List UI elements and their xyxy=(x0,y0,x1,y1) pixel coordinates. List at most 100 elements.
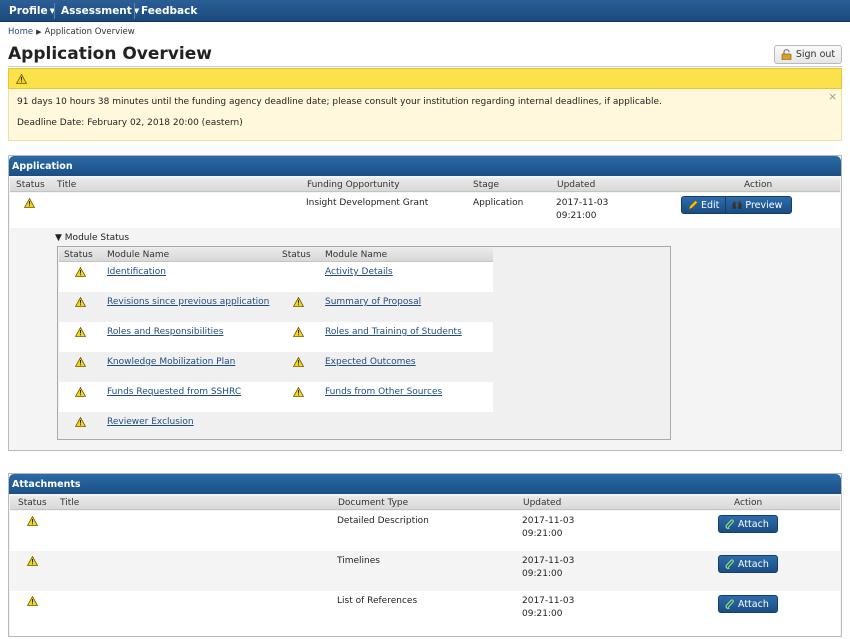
module-status-toggle[interactable]: ▼ Module Status xyxy=(55,233,129,243)
warning-icon xyxy=(75,297,86,307)
module-row: Revisions since previous application Sum… xyxy=(59,292,493,322)
module-status-table: Status Module Name Status Module Name Id… xyxy=(57,246,671,440)
col-status: Status xyxy=(16,180,45,190)
module-row: Reviewer Exclusion xyxy=(59,412,493,442)
module-link-expected-outcomes[interactable]: Expected Outcomes xyxy=(325,357,416,367)
module-link-roles-responsibilities[interactable]: Roles and Responsibilities xyxy=(107,327,223,337)
attach-button[interactable]: Attach xyxy=(718,595,778,613)
sign-out-button[interactable]: Sign out xyxy=(774,45,842,64)
warning-icon xyxy=(293,357,304,367)
nav-divider xyxy=(134,3,135,19)
application-panel-heading: Application xyxy=(9,156,841,176)
edit-preview-button-group: Edit Preview xyxy=(681,196,792,214)
warning-icon xyxy=(75,267,86,277)
document-type-value: List of References xyxy=(337,596,418,606)
nav-profile-menu[interactable]: Profile ▼ xyxy=(9,5,55,17)
attach-button[interactable]: Attach xyxy=(718,515,778,533)
stage-value: Application xyxy=(473,198,524,208)
breadcrumb-current: Application Overview xyxy=(44,27,135,37)
module-row: Identification Activity Details xyxy=(59,262,493,292)
warning-icon xyxy=(75,387,86,397)
nav-assessment-label: Assessment xyxy=(61,5,132,17)
updated-time: 09:21:00 xyxy=(522,609,563,619)
module-link-activity-details[interactable]: Activity Details xyxy=(325,267,393,277)
module-link-revisions[interactable]: Revisions since previous application xyxy=(107,297,269,307)
preview-button[interactable]: Preview xyxy=(726,197,788,213)
module-link-identification[interactable]: Identification xyxy=(107,267,166,277)
warning-icon xyxy=(27,516,38,526)
alert-header xyxy=(8,68,842,89)
updated-time: 09:21:00 xyxy=(522,529,563,539)
deadline-countdown-text: 91 days 10 hours 38 minutes until the fu… xyxy=(17,97,662,107)
attach-button[interactable]: Attach xyxy=(718,555,778,573)
breadcrumb-home-link[interactable]: Home xyxy=(8,27,33,37)
warning-icon xyxy=(27,596,38,606)
document-type-value: Timelines xyxy=(337,556,380,566)
col-status: Status xyxy=(64,250,93,260)
attach-label: Attach xyxy=(738,558,769,570)
warning-icon xyxy=(293,327,304,337)
application-table-header: Status Title Funding Opportunity Stage U… xyxy=(10,178,840,192)
col-funding-opportunity: Funding Opportunity xyxy=(307,180,400,190)
paperclip-icon xyxy=(725,559,734,569)
warning-icon xyxy=(24,198,35,208)
funding-opportunity-value: Insight Development Grant xyxy=(306,198,429,208)
nav-feedback-link[interactable]: Feedback xyxy=(141,5,197,17)
col-module-name: Module Name xyxy=(107,250,170,260)
updated-date: 2017-11-03 xyxy=(522,596,575,606)
updated-time: 09:21:00 xyxy=(556,211,597,221)
nav-divider xyxy=(54,3,55,19)
col-title: Title xyxy=(57,180,77,190)
col-title: Title xyxy=(60,498,80,508)
binoculars-icon xyxy=(732,201,742,209)
attachment-row: Timelines 2017-11-03 09:21:00 Attach xyxy=(10,551,840,591)
module-row: Roles and Responsibilities Roles and Tra… xyxy=(59,322,493,352)
col-document-type: Document Type xyxy=(338,498,409,508)
warning-icon xyxy=(293,297,304,307)
pencil-icon xyxy=(688,200,698,210)
updated-date: 2017-11-03 xyxy=(556,198,609,208)
triangle-down-icon: ▼ xyxy=(55,233,62,243)
warning-icon xyxy=(16,74,27,84)
nav-profile-label: Profile xyxy=(9,5,48,17)
updated-time: 09:21:00 xyxy=(522,569,563,579)
module-link-funds-other-sources[interactable]: Funds from Other Sources xyxy=(325,387,442,397)
warning-icon xyxy=(293,387,304,397)
deadline-date-text: Deadline Date: February 02, 2018 20:00 (… xyxy=(17,118,243,128)
module-row: Funds Requested from SSHRC Funds from Ot… xyxy=(59,382,493,412)
updated-date: 2017-11-03 xyxy=(522,556,575,566)
module-link-roles-training-students[interactable]: Roles and Training of Students xyxy=(325,327,462,337)
deadline-alert: 91 days 10 hours 38 minutes until the fu… xyxy=(8,89,842,141)
close-icon[interactable]: × xyxy=(828,90,837,103)
col-module-name: Module Name xyxy=(325,250,388,260)
attach-label: Attach xyxy=(738,598,769,610)
updated-date: 2017-11-03 xyxy=(522,516,575,526)
module-link-funds-requested[interactable]: Funds Requested from SSHRC xyxy=(107,387,241,397)
attachments-table-header: Status Title Document Type Updated Actio… xyxy=(10,496,840,510)
attach-label: Attach xyxy=(738,518,769,530)
col-action: Action xyxy=(734,498,763,508)
lock-icon xyxy=(781,49,792,60)
col-stage: Stage xyxy=(473,180,500,190)
attachment-row: Detailed Description 2017-11-03 09:21:00… xyxy=(10,511,840,551)
module-link-knowledge-mobilization[interactable]: Knowledge Mobilization Plan xyxy=(107,357,235,367)
col-updated: Updated xyxy=(523,498,562,508)
edit-button[interactable]: Edit xyxy=(682,197,725,213)
warning-icon xyxy=(75,327,86,337)
attachments-panel: Attachments Status Title Document Type U… xyxy=(8,473,842,637)
top-navigation-bar: Profile ▼ Assessment ▼ Feedback xyxy=(0,0,850,22)
warning-icon xyxy=(75,357,86,367)
col-action: Action xyxy=(744,180,773,190)
module-status-label: Module Status xyxy=(64,233,130,243)
attachment-row: List of References 2017-11-03 09:21:00 A… xyxy=(10,591,840,636)
col-status: Status xyxy=(18,498,47,508)
module-link-reviewer-exclusion[interactable]: Reviewer Exclusion xyxy=(107,417,194,427)
col-status: Status xyxy=(282,250,311,260)
warning-icon xyxy=(27,556,38,566)
nav-assessment-menu[interactable]: Assessment ▼ xyxy=(61,5,139,17)
preview-label: Preview xyxy=(745,199,783,211)
application-row: Insight Development Grant Application 20… xyxy=(10,193,840,228)
module-link-summary-of-proposal[interactable]: Summary of Proposal xyxy=(325,297,421,307)
document-type-value: Detailed Description xyxy=(337,516,429,526)
warning-icon xyxy=(75,417,86,427)
